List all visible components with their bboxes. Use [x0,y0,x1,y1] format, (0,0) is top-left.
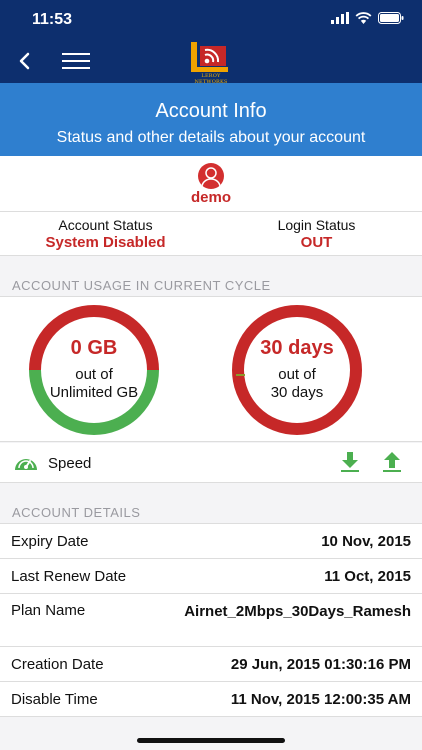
account-status-value: System Disabled [45,234,166,251]
days-usage-value: 30 days [260,337,334,359]
usage-panel: 0 GB out of Unlimited GB 30 days out of … [0,296,422,442]
page-title: Account Info [155,100,267,122]
status-bar: 11:53 [0,0,422,40]
home-indicator[interactable] [137,738,285,743]
detail-row-expiry: Expiry Date 10 Nov, 2015 [0,524,422,559]
hamburger-menu-icon[interactable] [62,53,90,71]
detail-label: Disable Time [11,690,98,708]
usage-section-header: ACCOUNT USAGE IN CURRENT CYCLE [0,256,422,296]
detail-row-disable-time: Disable Time 11 Nov, 2015 12:00:35 AM [0,682,422,717]
login-status: Login Status OUT [211,212,422,255]
user-section: demo [0,156,422,212]
page-header-banner: Account Info Status and other details ab… [0,83,422,156]
detail-row-plan-name: Plan Name Airnet_2Mbps_30Days_Ramesh [0,594,422,647]
download-icon[interactable] [340,451,360,473]
user-avatar-icon [198,163,224,189]
speed-row: Speed [0,443,422,483]
page-subtitle: Status and other details about your acco… [56,129,366,146]
data-usage-line1: out of [75,366,113,383]
days-usage-line2: 30 days [270,384,324,401]
clock: 11:53 [32,11,73,28]
detail-label: Expiry Date [11,532,89,550]
account-status: Account Status System Disabled [0,212,211,255]
account-details-list: Expiry Date 10 Nov, 2015 Last Renew Date… [0,523,422,717]
detail-row-last-renew: Last Renew Date 11 Oct, 2015 [0,559,422,594]
wifi-icon [355,12,372,24]
detail-label: Last Renew Date [11,567,127,585]
detail-value: 10 Nov, 2015 [321,532,411,550]
speed-label: Speed [48,455,92,472]
details-section-header: ACCOUNT DETAILS [0,483,422,523]
username: demo [190,189,231,206]
status-row: Account Status System Disabled Login Sta… [0,212,422,256]
detail-row-creation-date: Creation Date 29 Jun, 2015 01:30:16 PM [0,647,422,682]
detail-value: 29 Jun, 2015 01:30:16 PM [230,655,411,673]
nav-bar: LEROY NETWORKS [0,40,422,85]
signal-icon [331,12,349,24]
login-status-value: OUT [300,234,333,251]
login-status-label: Login Status [277,217,356,233]
detail-value: 11 Nov, 2015 12:00:35 AM [230,690,411,708]
account-status-label: Account Status [58,217,153,233]
detail-value: 11 Oct, 2015 [324,567,411,585]
back-arrow-icon[interactable] [14,50,36,72]
detail-value: Airnet_2Mbps_30Days_Ramesh [184,603,411,620]
data-usage-value: 0 GB [70,337,118,359]
speedometer-icon [15,459,37,470]
company-logo: LEROY NETWORKS [188,40,234,85]
detail-label: Creation Date [11,655,104,673]
data-usage-line2: Unlimited GB [49,384,139,401]
days-usage-line1: out of [278,366,316,383]
upload-icon[interactable] [382,451,402,473]
battery-icon [378,12,404,24]
detail-label: Plan Name [11,602,86,619]
